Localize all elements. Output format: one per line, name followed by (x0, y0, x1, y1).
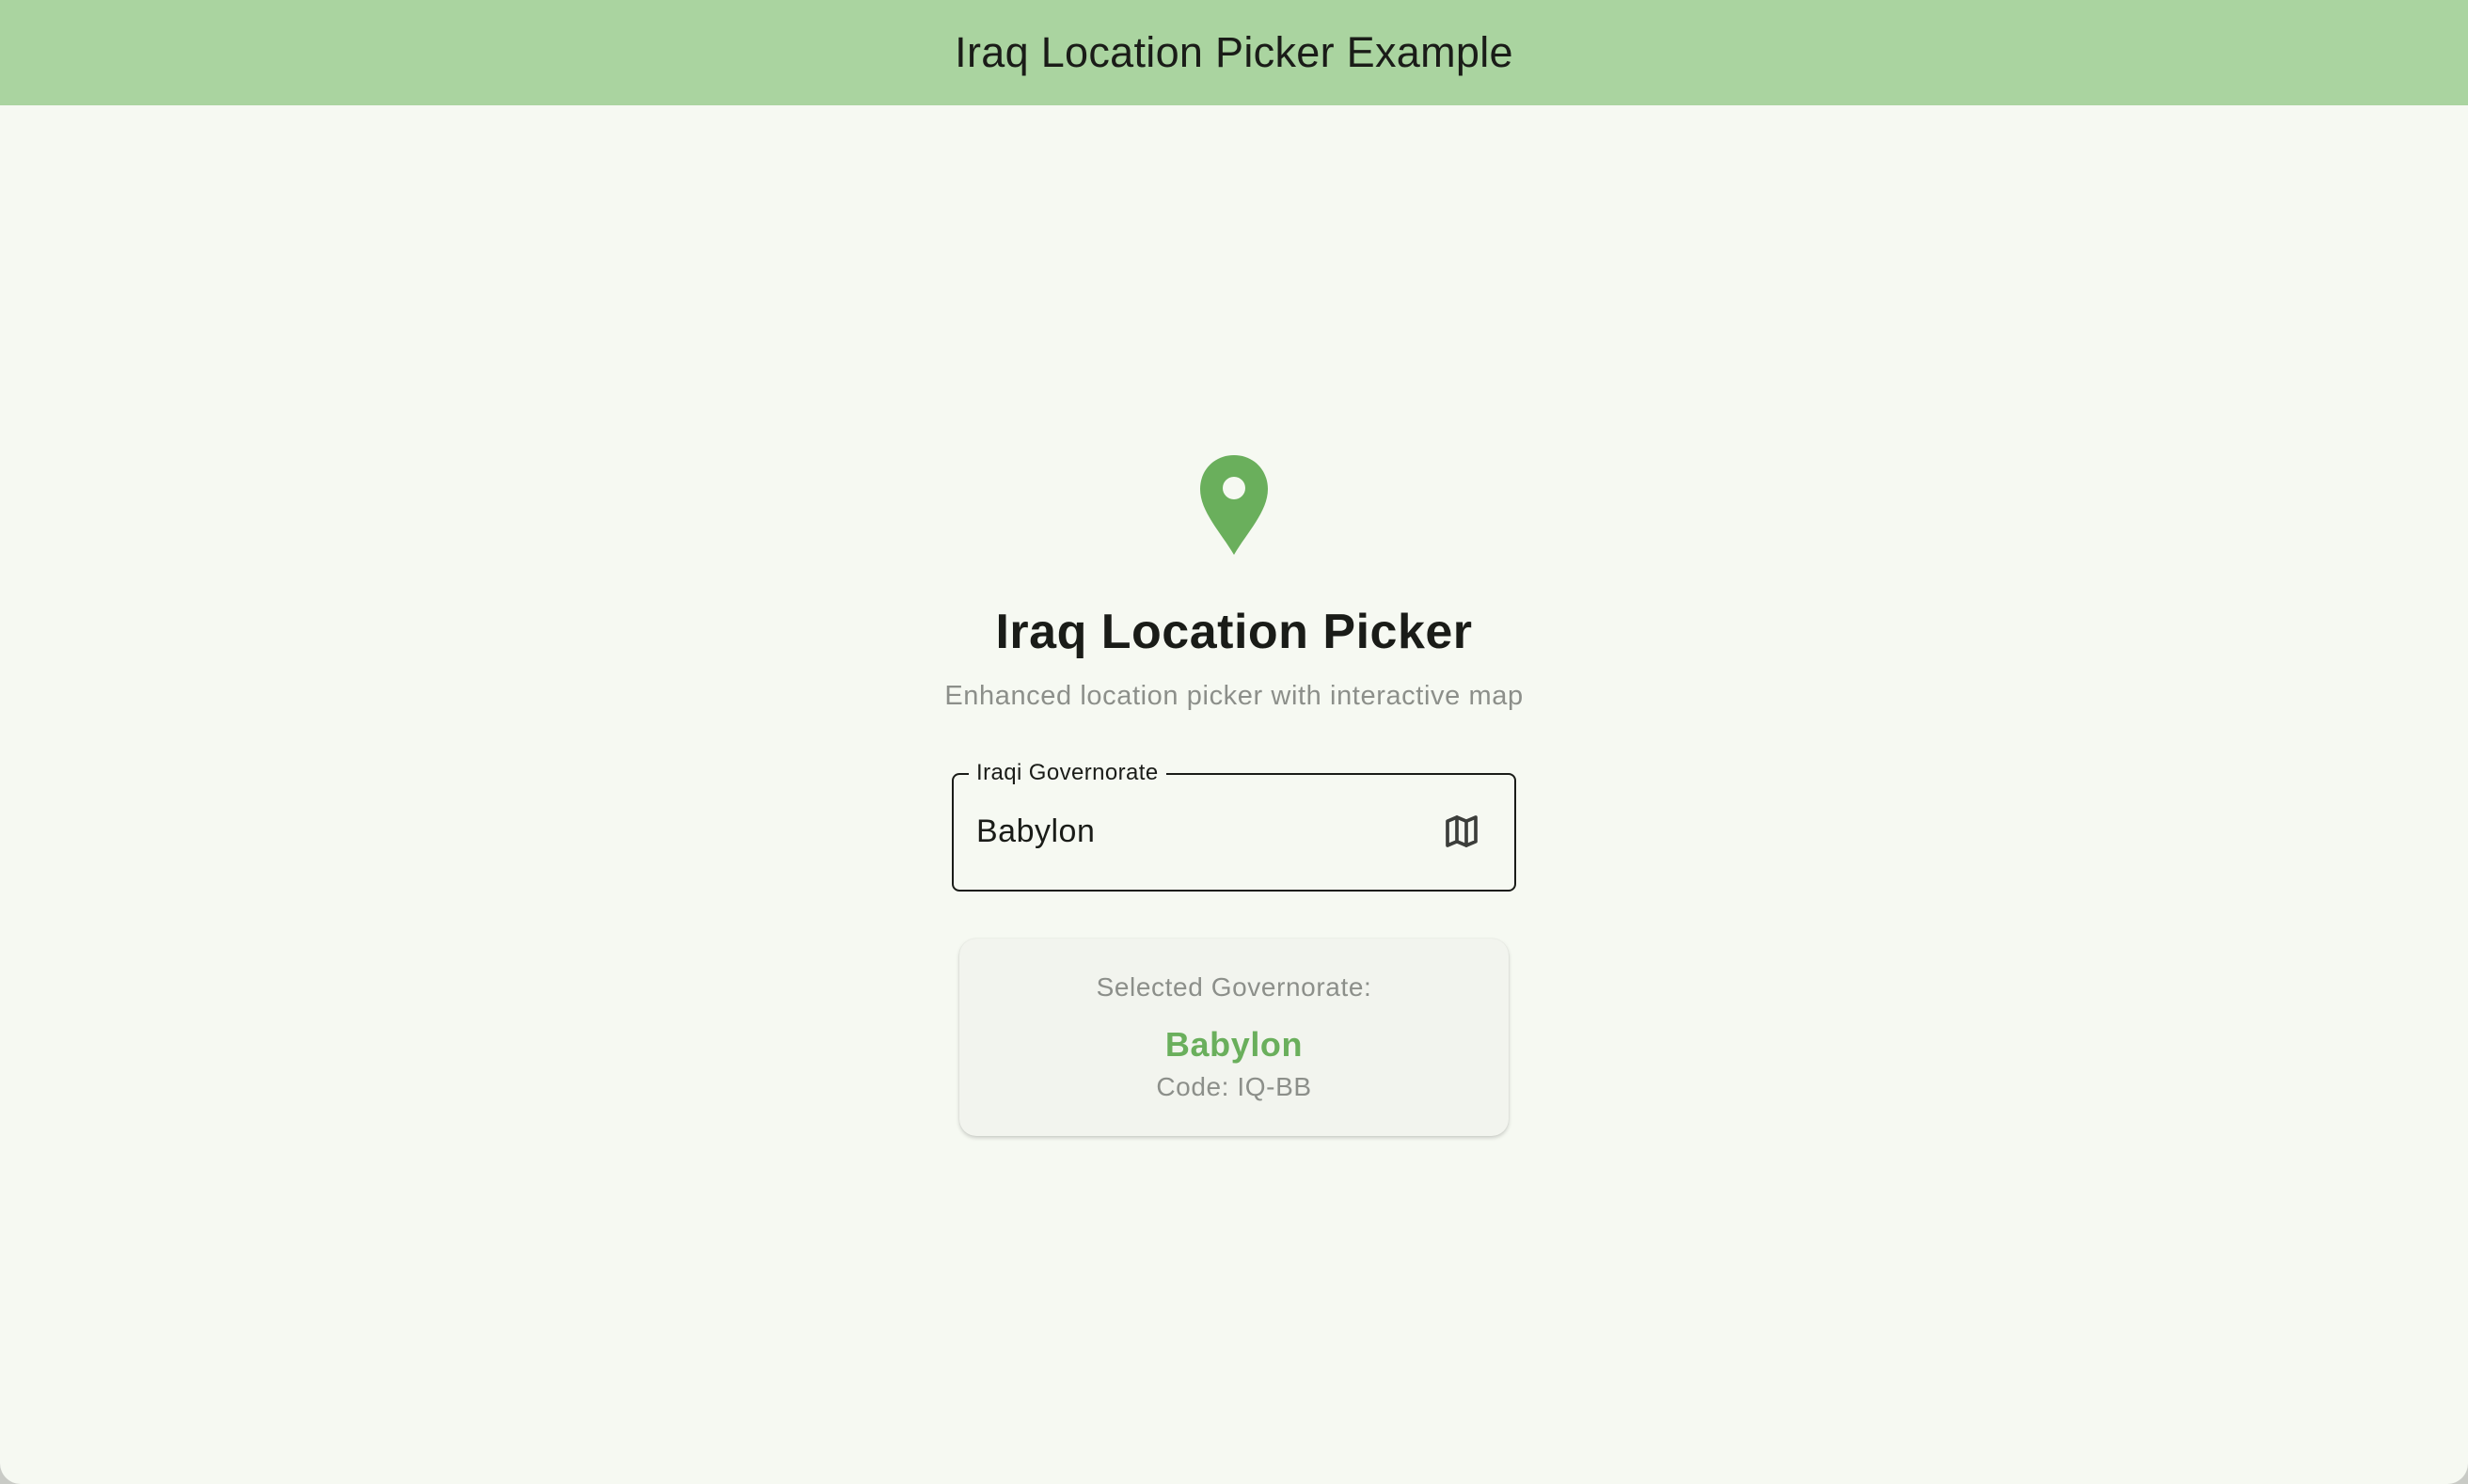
selected-governorate-card: Selected Governorate: Babylon Code: IQ-B… (959, 939, 1509, 1136)
governorate-field[interactable]: Iraqi Governorate Babylon (952, 760, 1516, 892)
main-content: Iraq Location Picker Enhanced location p… (0, 105, 2468, 1484)
page-subtitle: Enhanced location picker with interactiv… (944, 681, 1524, 711)
map-icon (1446, 815, 1478, 847)
app-bar: Iraq Location Picker Example (0, 0, 2468, 105)
page-title: Iraq Location Picker (995, 605, 1473, 659)
location-pin-icon (1200, 455, 1268, 555)
app-window: Iraq Location Picker Example Iraq Locati… (0, 0, 2468, 1484)
app-bar-title: Iraq Location Picker Example (955, 28, 1513, 76)
selected-governorate-name: Babylon (1164, 1025, 1304, 1064)
selected-governorate-code: Code: IQ-BB (1156, 1072, 1312, 1101)
open-map-button[interactable] (1437, 807, 1486, 856)
governorate-field-label: Iraqi Governorate (969, 760, 1166, 786)
governorate-field-value[interactable]: Babylon (976, 813, 1095, 850)
card-heading: Selected Governorate: (1096, 972, 1372, 1002)
